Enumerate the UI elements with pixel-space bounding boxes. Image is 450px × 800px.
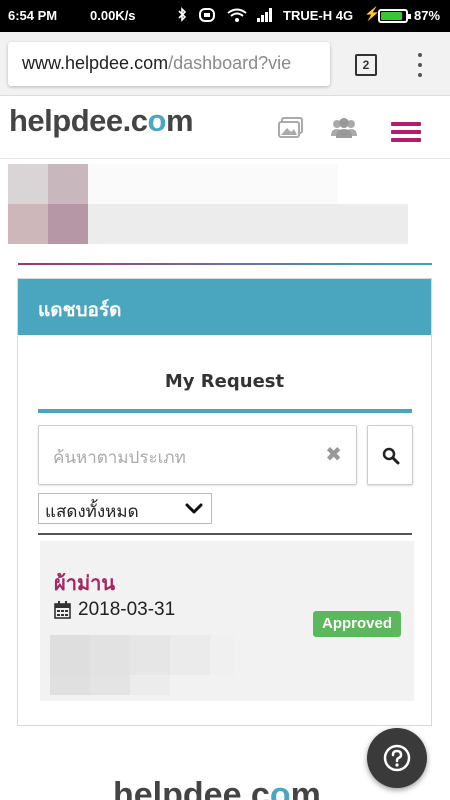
clear-icon[interactable]: ✖ (325, 442, 342, 466)
status-network-speed: 0.00K/s (90, 8, 136, 23)
status-carrier: TRUE-H 4G (283, 8, 354, 23)
status-icons (178, 7, 273, 22)
battery-fill (381, 12, 402, 20)
calendar-icon (54, 601, 71, 619)
help-button[interactable] (367, 728, 427, 788)
divider (18, 263, 432, 265)
url-host: www.helpdee.com (22, 53, 169, 73)
site-header: helpdee.com (0, 97, 450, 159)
wifi-icon (227, 8, 247, 22)
blurred-details (50, 635, 235, 695)
list-item[interactable]: ผ้าม่าน 2018-03-31 Approved (40, 541, 414, 701)
request-name: ผ้าม่าน (54, 571, 116, 595)
section-title: My Request (164, 371, 285, 392)
footer-logo[interactable]: helpdee.com (113, 776, 321, 800)
menu-icon[interactable] (391, 122, 421, 142)
address-bar[interactable]: www.helpdee.com/dashboard?vie (8, 42, 330, 86)
section-underline (38, 409, 412, 413)
panel-header: แดชบอร์ด (18, 279, 431, 335)
panel-title: แดชบอร์ด (38, 299, 122, 321)
help-icon (383, 744, 411, 772)
chevron-down-icon (185, 503, 203, 514)
search-button[interactable] (367, 425, 413, 485)
dashboard-panel: แดชบอร์ด My Request ค้นหาตามประเภท ✖ แสด… (17, 278, 432, 726)
search-placeholder: ค้นหาตามประเภท (53, 448, 186, 468)
browser-menu-button[interactable] (410, 50, 430, 80)
browser-toolbar: www.helpdee.com/dashboard?vie 2 (0, 32, 450, 96)
users-icon[interactable] (330, 117, 358, 139)
signal-icon (257, 7, 272, 22)
url-path: /dashboard?vie (168, 53, 292, 73)
status-badge: Approved (313, 611, 402, 637)
bluetooth-icon (178, 7, 187, 22)
filter-select[interactable]: แสดงทั้งหมด (38, 493, 212, 524)
tab-switcher-button[interactable]: 2 (355, 54, 377, 76)
search-input[interactable]: ค้นหาตามประเภท ✖ (38, 425, 357, 485)
blurred-text (88, 204, 408, 244)
request-date: 2018-03-31 (78, 599, 176, 620)
search-icon (382, 447, 400, 465)
vibrate-icon (199, 7, 215, 22)
status-time: 6:54 PM (8, 8, 58, 23)
gallery-icon[interactable] (278, 117, 304, 139)
status-battery-percent: 87% (414, 8, 441, 23)
blurred-avatar (8, 164, 88, 244)
list-divider (38, 533, 412, 535)
blurred-text-top (88, 164, 338, 204)
site-logo[interactable]: helpdee.com (9, 103, 194, 139)
filter-selected-value: แสดงทั้งหมด (45, 502, 139, 522)
battery-icon (378, 9, 411, 23)
status-bar: 6:54 PM 0.00K/s TRUE-H 4G ⚡ 87% (0, 0, 450, 32)
